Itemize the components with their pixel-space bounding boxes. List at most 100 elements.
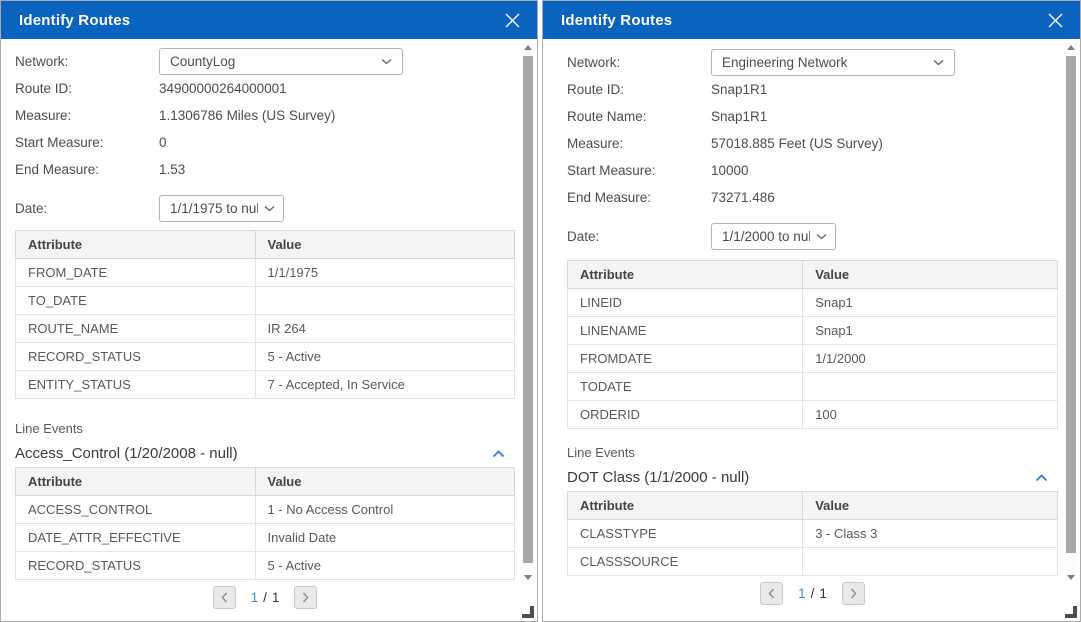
next-page-button[interactable] — [842, 582, 865, 605]
field-row-start-measure: Start Measure:10000 — [567, 157, 1058, 184]
value-cell: Snap1 — [803, 289, 1058, 317]
current-page: 1 — [798, 586, 806, 601]
selected-option: CountyLog — [170, 54, 235, 69]
vertical-scrollbar[interactable] — [1065, 43, 1077, 580]
field-list: Network:CountyLogRoute ID:34900000264000… — [15, 48, 515, 222]
network-select[interactable]: Engineering Network — [711, 49, 955, 76]
field-label-start-measure: Start Measure: — [15, 135, 159, 150]
field-value-end-measure: 73271.486 — [711, 190, 775, 205]
pagination: 1 / 1 — [567, 582, 1058, 605]
value-cell: 5 - Active — [255, 343, 514, 371]
field-label-end-measure: End Measure: — [567, 190, 711, 205]
table-row: ACCESS_CONTROL1 - No Access Control — [16, 496, 515, 524]
prev-page-button[interactable] — [213, 586, 236, 609]
table-row: ENTITY_STATUS7 - Accepted, In Service — [16, 371, 515, 399]
field-value-route-id: Snap1R1 — [711, 82, 767, 97]
field-value-end-measure: 1.53 — [159, 162, 185, 177]
attribute-cell: DATE_ATTR_EFFECTIVE — [16, 524, 256, 552]
value-cell: 5 - Active — [255, 552, 514, 580]
field-list: Network:Engineering NetworkRoute ID:Snap… — [567, 49, 1058, 250]
field-value-start-measure: 10000 — [711, 163, 749, 178]
next-page-button[interactable] — [294, 586, 317, 609]
table-row: LINENAMESnap1 — [568, 317, 1058, 345]
column-header-value: Value — [255, 468, 514, 496]
close-icon[interactable] — [1044, 9, 1066, 31]
table-row: CLASSSOURCE — [568, 548, 1058, 576]
value-cell — [255, 287, 514, 315]
value-cell: 1/1/2000 — [803, 345, 1058, 373]
date-select[interactable]: 1/1/1975 to null — [159, 195, 284, 222]
chevron-up-icon[interactable] — [492, 450, 505, 458]
attribute-cell: LINEID — [568, 289, 803, 317]
chevron-down-icon — [381, 58, 392, 65]
attribute-cell: TODATE — [568, 373, 803, 401]
prev-page-button[interactable] — [760, 582, 783, 605]
field-value-measure: 57018.885 Feet (US Survey) — [711, 136, 883, 151]
dialog-header[interactable]: Identify Routes — [543, 1, 1080, 39]
line-event-section-title: Access_Control (1/20/2008 - null) — [15, 445, 238, 462]
attribute-cell: RECORD_STATUS — [16, 552, 256, 580]
table-row: FROM_DATE1/1/1975 — [16, 259, 515, 287]
table-row: TODATE — [568, 373, 1058, 401]
value-cell: 1/1/1975 — [255, 259, 514, 287]
field-row-date: Date:1/1/1975 to null — [15, 195, 515, 222]
attribute-cell: LINENAME — [568, 317, 803, 345]
value-cell: 100 — [803, 401, 1058, 429]
field-row-route-id: Route ID:Snap1R1 — [567, 76, 1058, 103]
scrollbar-thumb[interactable] — [523, 56, 533, 563]
page-indicator: 1 / 1 — [798, 586, 827, 601]
scroll-down-icon[interactable] — [524, 575, 532, 580]
attribute-cell: ACCESS_CONTROL — [16, 496, 256, 524]
field-row-end-measure: End Measure:1.53 — [15, 156, 515, 183]
page-indicator: 1 / 1 — [251, 590, 280, 605]
route-attribute-table: AttributeValueFROM_DATE1/1/1975TO_DATERO… — [15, 230, 515, 399]
resize-handle-icon[interactable] — [522, 606, 534, 618]
dialog-body: Network:Engineering NetworkRoute ID:Snap… — [543, 39, 1080, 621]
line-event-section-title: DOT Class (1/1/2000 - null) — [567, 469, 749, 486]
chevron-down-icon — [264, 205, 275, 212]
field-row-start-measure: Start Measure:0 — [15, 129, 515, 156]
field-row-route-id: Route ID:34900000264000001 — [15, 75, 515, 102]
field-label-route-id: Route ID: — [15, 81, 159, 96]
line-events-label: Line Events — [567, 445, 1058, 461]
field-label-end-measure: End Measure: — [15, 162, 159, 177]
vertical-scrollbar[interactable] — [522, 43, 534, 580]
route-attribute-table: AttributeValueLINEIDSnap1LINENAMESnap1FR… — [567, 260, 1058, 429]
scroll-down-icon[interactable] — [1067, 575, 1075, 580]
attribute-cell: CLASSTYPE — [568, 520, 803, 548]
line-event-section-header[interactable]: DOT Class (1/1/2000 - null) — [567, 466, 1058, 489]
table-row: RECORD_STATUS5 - Active — [16, 343, 515, 371]
table-row: LINEIDSnap1 — [568, 289, 1058, 317]
dialog-header[interactable]: Identify Routes — [1, 1, 537, 39]
chevron-down-icon — [933, 59, 944, 66]
attribute-cell: ROUTE_NAME — [16, 315, 256, 343]
value-cell: 1 - No Access Control — [255, 496, 514, 524]
selected-option: Engineering Network — [722, 55, 847, 70]
column-header-value: Value — [803, 261, 1058, 289]
dialog-title: Identify Routes — [19, 12, 501, 29]
field-label-route-name: Route Name: — [567, 109, 711, 124]
field-label-measure: Measure: — [567, 136, 711, 151]
date-select[interactable]: 1/1/2000 to null — [711, 223, 836, 250]
table-header-row: AttributeValue — [16, 468, 515, 496]
value-cell: IR 264 — [255, 315, 514, 343]
column-header-value: Value — [803, 492, 1058, 520]
table-header-row: AttributeValue — [568, 492, 1058, 520]
field-row-route-name: Route Name:Snap1R1 — [567, 103, 1058, 130]
scrollbar-thumb[interactable] — [1066, 56, 1076, 553]
line-event-section-header[interactable]: Access_Control (1/20/2008 - null) — [15, 442, 515, 465]
column-header-value: Value — [255, 231, 514, 259]
table-row: DATE_ATTR_EFFECTIVEInvalid Date — [16, 524, 515, 552]
field-label-date: Date: — [567, 229, 711, 244]
scroll-up-icon[interactable] — [1067, 45, 1075, 50]
scroll-up-icon[interactable] — [524, 45, 532, 50]
value-cell — [803, 548, 1058, 576]
table-row: ORDERID100 — [568, 401, 1058, 429]
network-select[interactable]: CountyLog — [159, 48, 403, 75]
close-icon[interactable] — [501, 9, 523, 31]
page-separator: / — [263, 590, 267, 605]
table-row: FROMDATE1/1/2000 — [568, 345, 1058, 373]
resize-handle-icon[interactable] — [1065, 606, 1077, 618]
page-separator: / — [811, 586, 815, 601]
chevron-up-icon[interactable] — [1035, 474, 1048, 482]
